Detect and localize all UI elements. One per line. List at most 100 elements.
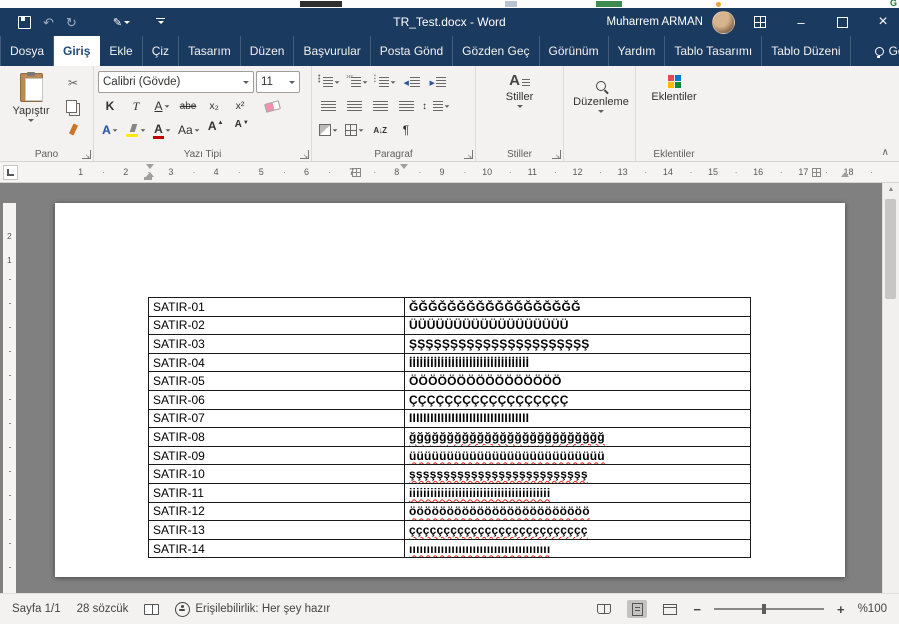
row-label-cell[interactable]: SATIR-06 bbox=[148, 389, 405, 410]
italic-button[interactable]: T bbox=[124, 95, 148, 117]
cell-indent-marker[interactable] bbox=[400, 164, 408, 169]
row-value-cell[interactable]: iiiiiiiiiiiiiiiiiiiiiiiiiiiiiiiiiiiiiiii bbox=[404, 482, 751, 503]
ribbon-display-options-button[interactable] bbox=[744, 8, 776, 36]
row-label-cell[interactable]: SATIR-09 bbox=[148, 445, 405, 466]
document-page[interactable]: SATIR-01 ĞĞĞĞĞĞĞĞĞĞĞĞĞĞĞĞĞĞ SATIR-02 ÜÜÜÜÜ… bbox=[55, 203, 845, 577]
dialog-launcher-icon[interactable] bbox=[552, 150, 561, 160]
borders-button[interactable] bbox=[342, 119, 366, 141]
align-right-button[interactable] bbox=[368, 95, 392, 117]
row-label-cell[interactable]: SATIR-08 bbox=[148, 427, 405, 447]
show-paragraph-marks-button[interactable]: ¶ bbox=[394, 119, 418, 141]
tab-tablo-tasarimi[interactable]: Tablo Tasarımı bbox=[665, 36, 763, 66]
accessibility-status[interactable]: Erişilebilirlik: Her şey hazır bbox=[175, 601, 330, 617]
styles-button[interactable]: A Stiller bbox=[485, 70, 555, 108]
table-column-marker[interactable] bbox=[352, 168, 361, 177]
tab-posta-gond[interactable]: Posta Gönd bbox=[371, 36, 454, 66]
grow-font-button[interactable]: A ▲ bbox=[204, 119, 228, 141]
superscript-button[interactable]: x² bbox=[228, 95, 252, 117]
show-button[interactable]: Göster bbox=[867, 36, 899, 66]
dialog-launcher-icon[interactable] bbox=[82, 150, 91, 160]
tab-gorunum[interactable]: Görünüm bbox=[540, 36, 609, 66]
align-center-button[interactable] bbox=[342, 95, 366, 117]
tab-tasarim[interactable]: Tasarım bbox=[179, 36, 241, 66]
row-value-cell[interactable]: şşşşşşşşşşşşşşşşşşşşşşşşşş bbox=[404, 464, 751, 484]
right-indent-marker[interactable] bbox=[841, 172, 849, 177]
row-value-cell[interactable]: üüüüüüüüüüüüüüüüüüüüüüüüüü bbox=[404, 445, 751, 466]
tab-giris[interactable]: Giriş bbox=[54, 36, 101, 66]
pen-tool-button[interactable]: ✎ bbox=[113, 16, 131, 29]
subscript-button[interactable]: x₂ bbox=[202, 95, 226, 117]
row-label-cell[interactable]: SATIR-14 bbox=[148, 538, 405, 559]
tab-basvurular[interactable]: Başvurular bbox=[294, 36, 371, 66]
zoom-slider-thumb[interactable] bbox=[762, 604, 767, 614]
format-painter-button[interactable] bbox=[61, 118, 85, 140]
user-name[interactable]: Muharrem ARMAN bbox=[607, 16, 704, 28]
read-mode-button[interactable] bbox=[594, 600, 614, 618]
numbered-list-button[interactable] bbox=[344, 71, 370, 93]
save-button[interactable] bbox=[18, 15, 31, 29]
vertical-scrollbar[interactable]: ▲ bbox=[882, 183, 899, 593]
font-size-select[interactable]: 11 bbox=[256, 71, 300, 93]
strikethrough-button[interactable]: abe bbox=[176, 95, 200, 117]
zoom-slider[interactable] bbox=[713, 604, 824, 614]
table-column-marker[interactable] bbox=[812, 168, 821, 177]
proofing-status-button[interactable] bbox=[144, 603, 160, 615]
tab-tablo-duzeni[interactable]: Tablo Düzeni bbox=[762, 36, 851, 66]
addins-button[interactable]: Eklentiler bbox=[640, 72, 708, 103]
tab-ekle[interactable]: Ekle bbox=[100, 36, 143, 66]
vertical-ruler[interactable]: 2 1 bbox=[3, 203, 16, 593]
row-value-cell[interactable]: ĞĞĞĞĞĞĞĞĞĞĞĞĞĞĞĞĞĞ bbox=[404, 297, 751, 317]
multilevel-list-button[interactable] bbox=[372, 71, 398, 93]
row-label-cell[interactable]: SATIR-10 bbox=[148, 464, 405, 484]
zoom-in-button[interactable]: + bbox=[837, 602, 845, 617]
row-label-cell[interactable]: SATIR-01 bbox=[148, 297, 405, 317]
row-value-cell[interactable]: ÖÖÖÖÖÖÖÖÖÖÖÖÖÖÖÖ bbox=[404, 371, 751, 391]
minimize-button[interactable]: – bbox=[785, 8, 817, 36]
line-spacing-button[interactable]: ↕ bbox=[420, 95, 452, 117]
collapse-ribbon-button[interactable]: ∧ bbox=[882, 147, 889, 158]
change-case-button[interactable]: Aa bbox=[176, 119, 202, 141]
left-indent-marker[interactable] bbox=[144, 177, 152, 180]
row-value-cell[interactable]: ÇÇÇÇÇÇÇÇÇÇÇÇÇÇÇÇÇÇ bbox=[404, 389, 751, 410]
undo-button[interactable]: ↶ bbox=[43, 16, 54, 29]
close-button[interactable]: × bbox=[867, 8, 899, 36]
tab-gozden-gec[interactable]: Gözden Geç bbox=[453, 36, 540, 66]
editing-button[interactable]: Düzenleme bbox=[568, 76, 634, 113]
web-layout-button[interactable] bbox=[660, 600, 680, 618]
row-value-cell[interactable]: çççççççççççççççççççççççççç bbox=[404, 520, 751, 540]
highlight-color-button[interactable] bbox=[124, 119, 148, 141]
dialog-launcher-icon[interactable] bbox=[300, 150, 309, 160]
tab-duzen[interactable]: Düzen bbox=[241, 36, 295, 66]
text-effects-button[interactable]: A bbox=[98, 119, 122, 141]
shading-button[interactable] bbox=[316, 119, 340, 141]
row-value-cell[interactable]: IIIIIIIIIIIIIIIIIIIIIIIIIIIIIIIIII bbox=[404, 408, 751, 429]
dialog-launcher-icon[interactable] bbox=[464, 150, 473, 160]
row-value-cell[interactable]: öööööööööööööööööööööööö bbox=[404, 501, 751, 522]
row-value-cell[interactable]: ğğğğğğğğğğğğğğğğğğğğğğğğğğ bbox=[404, 427, 751, 447]
horizontal-ruler[interactable]: 1 2 3 4 5 6 7 8 9 10 11 12 13 14 15 16 1… bbox=[0, 162, 899, 183]
row-value-cell[interactable]: ŞŞŞŞŞŞŞŞŞŞŞŞŞŞŞŞŞŞŞŞŞŞ bbox=[404, 334, 751, 354]
tab-yardim[interactable]: Yardım bbox=[609, 36, 666, 66]
row-label-cell[interactable]: SATIR-05 bbox=[148, 371, 405, 391]
font-family-select[interactable]: Calibri (Gövde) bbox=[98, 71, 254, 93]
row-label-cell[interactable]: SATIR-12 bbox=[148, 501, 405, 522]
maximize-button[interactable] bbox=[826, 8, 858, 36]
row-value-cell[interactable]: İİİİİİİİİİİİİİİİİİİİİİİİİİİİİİİİİİ bbox=[404, 352, 751, 373]
row-label-cell[interactable]: SATIR-13 bbox=[148, 520, 405, 540]
row-label-cell[interactable]: SATIR-11 bbox=[148, 482, 405, 503]
increase-indent-button[interactable]: ▶ bbox=[426, 71, 450, 93]
tab-stop-selector[interactable] bbox=[3, 165, 18, 180]
copy-button[interactable] bbox=[61, 95, 85, 117]
justify-button[interactable] bbox=[394, 95, 418, 117]
row-label-cell[interactable]: SATIR-04 bbox=[148, 352, 405, 373]
word-count[interactable]: 28 sözcük bbox=[77, 603, 129, 615]
bullet-list-button[interactable] bbox=[316, 71, 342, 93]
paste-button[interactable]: Yapıştır bbox=[4, 70, 58, 140]
tab-dosya[interactable]: Dosya bbox=[0, 36, 55, 66]
page-indicator[interactable]: Sayfa 1/1 bbox=[12, 603, 61, 615]
scrollbar-up-icon[interactable]: ▲ bbox=[883, 183, 899, 193]
redo-button[interactable]: ↻ bbox=[66, 16, 77, 29]
customize-qat-button[interactable] bbox=[156, 18, 166, 24]
align-left-button[interactable] bbox=[316, 95, 340, 117]
sort-button[interactable]: A↓Z bbox=[368, 119, 392, 141]
